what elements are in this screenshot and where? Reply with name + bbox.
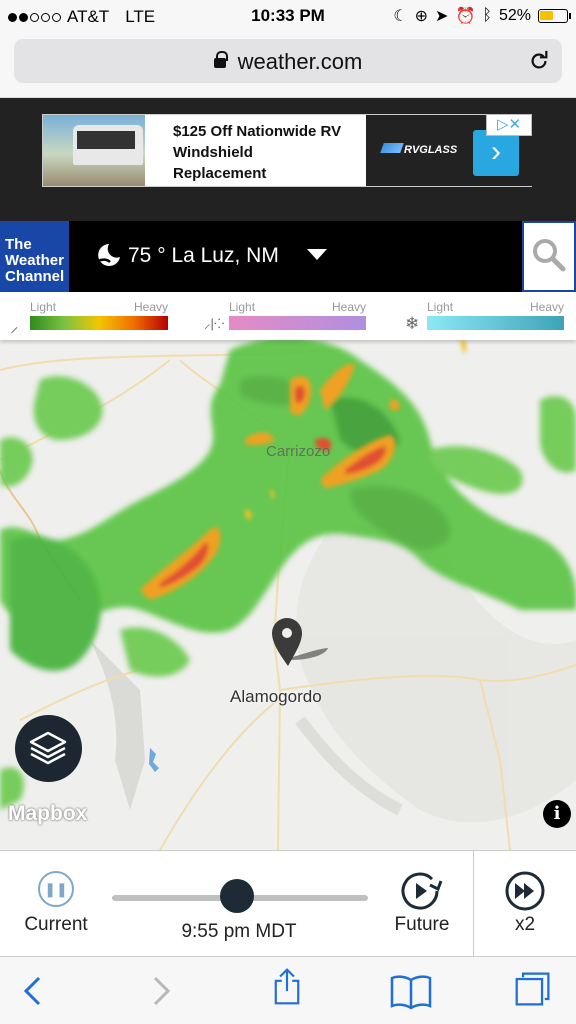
search-button[interactable] — [522, 221, 576, 292]
snow-light-label: Light — [427, 300, 454, 314]
map-label-carrizozo: Carrizozo — [266, 443, 331, 460]
radar-timeline: ❚❚ Current 9:55 pm MDT Future x2 — [0, 850, 576, 957]
ad-line-3: Replacement — [173, 165, 267, 182]
logo-line-1: The — [5, 236, 32, 253]
tabs-icon[interactable] — [512, 970, 554, 1008]
rain-icon: ⸝ — [10, 317, 19, 336]
layers-icon — [29, 731, 67, 765]
ad-arrow-button[interactable]: › — [473, 130, 519, 176]
address-bar[interactable]: weather.com — [14, 39, 562, 83]
search-icon — [533, 239, 566, 272]
layers-button[interactable] — [15, 715, 82, 782]
battery-icon — [538, 9, 571, 23]
timeline-slider-thumb[interactable] — [220, 879, 255, 913]
mapbox-attribution[interactable]: Mapbox — [8, 802, 87, 826]
fast-forward-icon — [505, 871, 545, 911]
bluetooth-icon: ᛒ — [482, 7, 492, 24]
future-label: Future — [394, 914, 450, 935]
forward-icon[interactable] — [146, 972, 176, 1010]
back-icon[interactable] — [18, 972, 48, 1010]
rvglass-logo: RVGLASS — [380, 143, 457, 156]
mix-heavy-label: Heavy — [331, 300, 366, 314]
ad-text: $125 Off Nationwide RV Windshield Replac… — [173, 121, 341, 184]
twc-logo[interactable]: The Weather Channel — [0, 221, 69, 292]
location-selector[interactable]: 75 ° La Luz, NM — [128, 244, 279, 268]
rain-heavy-label: Heavy — [133, 300, 168, 314]
weather-header: The Weather Channel 75 ° La Luz, NM — [0, 221, 576, 292]
logo-line-2: Weather — [5, 252, 64, 269]
adchoices-close-icon[interactable]: ▷✕ — [486, 114, 532, 136]
snow-icon: ❄ — [405, 314, 420, 333]
rain-scale-bar — [30, 316, 168, 330]
ad-line-1: $125 Off Nationwide RV — [173, 123, 342, 140]
share-icon[interactable] — [270, 967, 304, 1005]
browser-address-area: weather.com — [0, 34, 576, 98]
bookmarks-icon[interactable] — [389, 972, 433, 1010]
location-name: La Luz, NM — [171, 244, 279, 267]
ad-area: $125 Off Nationwide RV Windshield Replac… — [0, 98, 576, 221]
map-canvas — [0, 340, 576, 850]
future-button[interactable]: Future — [380, 851, 464, 957]
info-icon[interactable]: i — [543, 800, 571, 828]
current-button[interactable]: ❚❚ Current — [0, 851, 112, 957]
mix-legend: Light Heavy — [229, 300, 366, 330]
url-text: weather.com — [237, 49, 363, 74]
mix-scale-bar — [229, 316, 366, 330]
snow-heavy-label: Heavy — [529, 300, 564, 314]
battery-percent: 52% — [498, 7, 531, 24]
current-temperature: 75 ° — [128, 244, 166, 267]
rain-legend: Light Heavy — [30, 300, 168, 330]
night-condition-icon — [97, 244, 120, 266]
snow-legend: Light Heavy — [427, 300, 564, 330]
status-right: ☾ ⊕ ➤ ⏰ ᛒ 52% — [393, 6, 571, 26]
logo-line-3: Channel — [5, 268, 65, 285]
status-bar: AT&T LTE 10:33 PM ☾ ⊕ ➤ ⏰ ᛒ 52% — [0, 0, 576, 34]
mix-icon: ⸝|⁘ — [204, 316, 225, 331]
radar-legend: ⸝ Light Heavy ⸝|⁘ Light Heavy ❄ Light Heavy — [0, 292, 576, 340]
alarm-icon: ⏰ — [455, 8, 476, 25]
ad-line-2: Windshield — [173, 144, 253, 161]
snow-scale-bar — [427, 316, 564, 330]
speed-label: x2 — [514, 914, 536, 935]
future-play-icon — [401, 872, 443, 910]
current-label: Current — [24, 914, 88, 935]
speed-button[interactable]: x2 — [474, 851, 576, 957]
rain-light-label: Light — [30, 300, 57, 314]
moon-icon: ☾ — [393, 8, 408, 25]
chevron-down-icon[interactable] — [307, 249, 327, 260]
radar-map[interactable]: Carrizozo Alamogordo Mapbox i — [0, 340, 576, 850]
url-display: weather.com — [14, 49, 562, 75]
rotation-lock-icon: ⊕ — [414, 8, 429, 25]
ad-image — [43, 115, 145, 186]
lock-icon — [213, 51, 228, 68]
mix-light-label: Light — [229, 300, 256, 314]
ad-banner[interactable]: $125 Off Nationwide RV Windshield Replac… — [42, 114, 532, 187]
pause-icon: ❚❚ — [38, 871, 74, 907]
location-arrow-icon: ➤ — [435, 8, 449, 25]
browser-toolbar — [0, 956, 576, 1024]
reload-icon[interactable] — [528, 50, 550, 72]
timeline-time: 9:55 pm MDT — [181, 921, 297, 942]
map-label-alamogordo: Alamogordo — [230, 687, 322, 706]
